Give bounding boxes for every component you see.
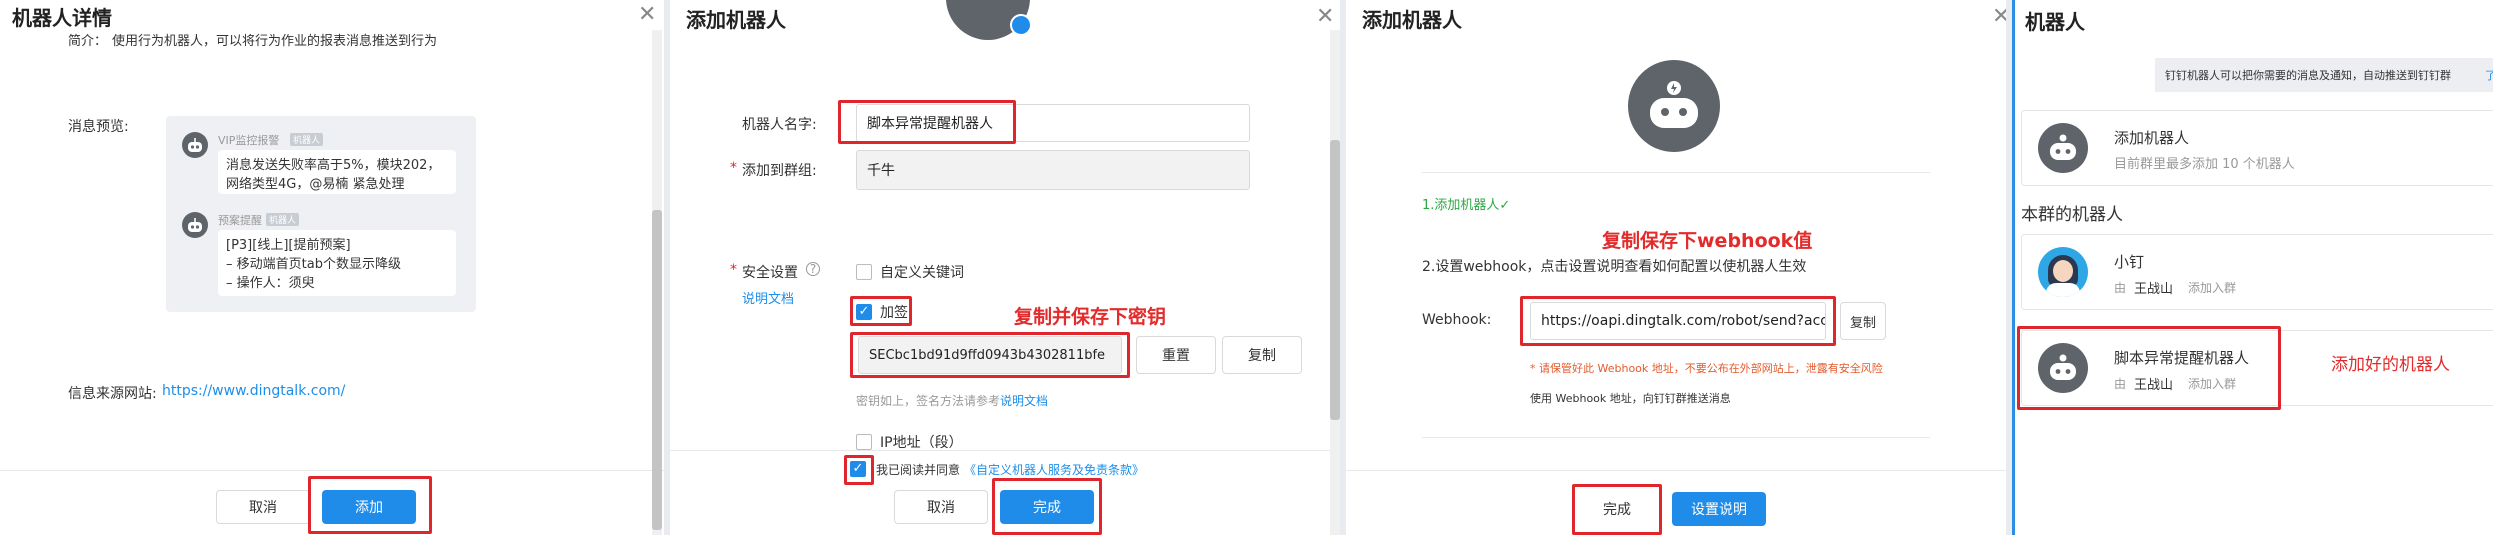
close-icon[interactable]: ✕ [638,2,656,27]
msg1-line1: 消息发送失败率高于5%，模块202， [226,158,441,173]
security-required-mark: * [730,262,737,278]
group-robots-panel: 机器人 钉钉机器人可以把你需要的消息及通知，自动推送到钉钉群 了 添加机器人 目… [2012,0,2493,535]
screenshot-root: 机器人详情 ✕ 简介： 使用行为机器人，可以将行为作业的报表消息推送到行为 消息… [0,0,2493,535]
scrollbar-thumb[interactable] [1330,140,1340,420]
robot-name: 小钉 [2114,253,2145,271]
highlight-secret-field [850,332,1130,378]
source-link[interactable]: https://www.dingtalk.com/ [162,383,345,399]
msg1-line2: 网络类型4G，@易楠 紧急处理 [226,177,405,192]
close-icon[interactable]: ✕ [1992,4,2006,29]
robot-avatar-icon [182,132,208,158]
avatar-face [2053,260,2073,282]
group-label: 添加到群组: [742,163,817,179]
annotation-copy-secret: 复制并保存下密钥 [1014,306,1167,328]
add-robot-subtitle: 目前群里最多添加 10 个机器人 [2114,157,2295,172]
xiaoding-avatar [2038,247,2088,297]
group-field: 千牛 [856,150,1250,190]
avatar-body [2046,283,2080,297]
source-label: 信息来源网站: [68,386,157,402]
name-label: 机器人名字: [742,117,817,133]
robot-avatar-icon [2038,123,2088,173]
help-icon[interactable]: ? [806,262,820,276]
dialog-title: 添加机器人 [686,8,786,32]
keyword-option-label: 自定义关键词 [880,265,964,281]
message-preview-box: VIP监控报警 机器人 消息发送失败率高于5%，模块202， 网络类型4G，@易… [166,116,476,312]
msg1-badge: 机器人 [290,133,324,146]
add-robot-card[interactable]: 添加机器人 目前群里最多添加 10 个机器人 [2021,110,2493,186]
secret-hint: 密钥如上，签名方法请参考 [856,394,1001,408]
divider [1422,172,1930,173]
ip-checkbox[interactable] [856,434,872,450]
robot-detail-dialog: 机器人详情 ✕ 简介： 使用行为机器人，可以将行为作业的报表消息推送到行为 消息… [0,0,664,535]
security-label: 安全设置 [742,265,798,281]
info-banner: 钉钉机器人可以把你需要的消息及通知，自动推送到钉钉群 了 [2155,58,2493,92]
robot-avatar-icon [182,212,208,238]
highlight-sign-checkbox [850,296,912,326]
banner-text: 钉钉机器人可以把你需要的消息及通知，自动推送到钉钉群 [2165,69,2451,82]
robot-card-xiaoding[interactable]: 小钉 由 王战山 添加入群 [2021,234,2493,310]
add-robot-dialog-security: 添加机器人 ✕ 机器人名字: 脚本异常提醒机器人 * 添加到群组: 千牛 * 安… [670,0,1340,535]
msg2-bubble: [P3][线上][提前预案] – 移动端首页tab个数显示降级 – 操作人：须臾 [218,230,456,296]
msg2-line3: – 操作人：须臾 [226,276,315,291]
preview-label: 消息预览: [68,119,129,135]
footer-divider [0,470,664,471]
robot-by: 由 [2114,281,2127,295]
step2-instruction: 2.设置webhook，点击设置说明查看如何配置以使机器人生效 [1422,259,1807,275]
dialog-title: 添加机器人 [1362,8,1462,32]
secret-hint-link[interactable]: 说明文档 [1000,392,1048,409]
agree-terms-link[interactable]: 《自定义机器人服务及免责条款》 [964,461,1144,478]
panel-title: 机器人 [2025,10,2085,34]
annotation-added-robot: 添加好的机器人 [2331,355,2450,375]
edit-icon[interactable] [1010,14,1032,36]
highlight-name-input [838,100,1016,144]
webhook-usage: 使用 Webhook 地址，向钉钉群推送消息 [1530,392,1731,405]
highlight-new-robot-card [2017,326,2281,410]
divider [1422,437,1930,438]
security-help-link[interactable]: 说明文档 [742,288,794,307]
keyword-checkbox[interactable] [856,264,872,280]
banner-link[interactable]: 了 [2485,67,2493,83]
msg2-sender: 预案提醒 [218,214,262,227]
copy-secret-button[interactable]: 复制 [1222,336,1302,374]
agree-text: 我已阅读并同意 [876,463,961,477]
robot-avatar-icon [1628,60,1720,152]
close-icon[interactable]: ✕ [1316,4,1334,29]
cancel-button[interactable]: 取消 [894,490,988,524]
msg1-sender: VIP监控报警 [218,134,280,147]
add-robot-title: 添加机器人 [2114,129,2190,147]
robot-action: 添加入群 [2188,281,2237,295]
intro-text: 使用行为机器人，可以将行为作业的报表消息推送到行为 [112,34,438,49]
cancel-button[interactable]: 取消 [216,490,310,524]
dialog-title: 机器人详情 [12,6,112,30]
webhook-label: Webhook: [1422,312,1492,328]
robot-owner: 王战山 [2134,282,2174,297]
highlight-agree-checkbox [844,455,874,485]
group-required-mark: * [730,160,737,176]
ip-option-label: IP地址（段） [880,435,963,451]
scrollbar-thumb[interactable] [652,210,662,530]
msg2-line2: – 移动端首页tab个数显示降级 [226,257,401,272]
step1-done: 1.添加机器人✓ [1422,198,1511,213]
section-title: 本群的机器人 [2021,205,2123,225]
settings-help-button[interactable]: 设置说明 [1672,492,1766,526]
copy-webhook-button[interactable]: 复制 [1840,302,1886,340]
highlight-webhook-field [1520,296,1836,346]
intro-label: 简介： [68,34,108,49]
msg2-badge: 机器人 [266,213,300,226]
highlight-add-button [308,476,432,534]
msg2-line1: [P3][线上][提前预案] [226,238,351,253]
webhook-warning: * 请保管好此 Webhook 地址，不要公布在外部网站上，泄露有安全风险 [1530,362,1883,375]
robot-avatar-icon [946,0,1032,40]
highlight-done-button [1572,484,1662,535]
msg1-bubble: 消息发送失败率高于5%，模块202， 网络类型4G，@易楠 紧急处理 [218,150,456,194]
footer-divider [1346,470,2006,471]
reset-button[interactable]: 重置 [1136,336,1216,374]
annotation-save-webhook: 复制保存下webhook值 [1602,230,1813,252]
highlight-done-button [992,478,1102,535]
add-robot-dialog-webhook: 添加机器人 ✕ 1.添加机器人✓ 复制保存下webhook值 2.设置webho… [1346,0,2006,535]
